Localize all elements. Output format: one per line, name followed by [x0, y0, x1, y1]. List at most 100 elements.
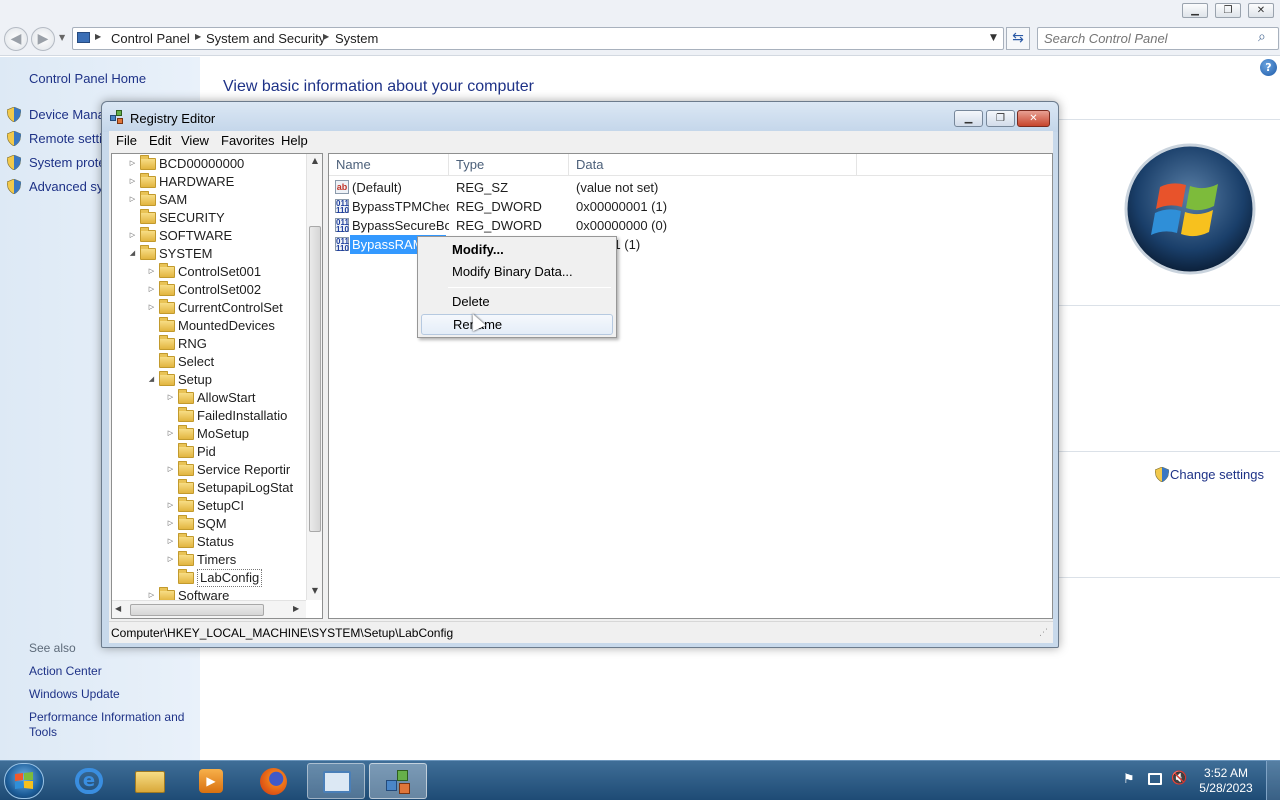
tree-expander-icon[interactable]: ▷ — [128, 191, 137, 209]
tree-expander-icon[interactable]: ▷ — [166, 461, 175, 479]
tree-expander-icon[interactable] — [147, 335, 156, 353]
menu-favorites[interactable]: Favorites — [221, 133, 274, 148]
menu-help[interactable]: Help — [281, 133, 308, 148]
performance-information-link[interactable]: Performance Information and — [29, 710, 184, 724]
regedit-minimize-button[interactable]: ▁ — [954, 110, 983, 127]
taskbar-registry-editor[interactable] — [369, 763, 427, 799]
context-modify-binary-data[interactable]: Modify Binary Data... — [421, 261, 613, 283]
tree-vertical-scroll-thumb[interactable] — [309, 226, 321, 532]
system-protection-link[interactable]: System prote — [29, 155, 106, 170]
tree-node[interactable]: ▷ Service Reportir — [112, 461, 306, 479]
search-input[interactable] — [1044, 31, 1254, 46]
tree-expander-icon[interactable] — [147, 353, 156, 371]
network-icon[interactable] — [1148, 773, 1162, 785]
regedit-maximize-button[interactable]: ❐ — [986, 110, 1015, 127]
cp-maximize-button[interactable]: ❐ — [1215, 3, 1241, 18]
tree-expander-icon[interactable]: ▷ — [166, 497, 175, 515]
tree-expander-icon[interactable] — [166, 407, 175, 425]
tree-horizontal-scroll-thumb[interactable] — [130, 604, 264, 616]
breadcrumb-control-panel[interactable]: Control Panel — [111, 31, 190, 46]
resize-grip-icon[interactable]: ⋰ — [1039, 628, 1048, 638]
tree-expander-icon[interactable] — [166, 443, 175, 461]
tree-node[interactable]: ▷ AllowStart — [112, 389, 306, 407]
scroll-up-icon[interactable]: ▲ — [307, 156, 322, 165]
device-manager-link[interactable]: Device Manag — [29, 107, 112, 122]
tree-node[interactable]: ▷ CurrentControlSet — [112, 299, 306, 317]
change-settings-link[interactable]: Change settings — [1170, 467, 1264, 482]
tree-expander-icon[interactable] — [128, 209, 137, 227]
start-button[interactable] — [4, 763, 44, 799]
cp-minimize-button[interactable]: ▁ — [1182, 3, 1208, 18]
show-desktop-button[interactable] — [1266, 761, 1280, 800]
taskbar-firefox[interactable] — [244, 763, 302, 799]
forward-button[interactable]: ▶ — [31, 27, 55, 51]
tree-node[interactable]: ▷ ControlSet002 — [112, 281, 306, 299]
advanced-system-settings-link[interactable]: Advanced sys — [29, 179, 110, 194]
back-button[interactable]: ◀ — [4, 27, 28, 51]
tree-node[interactable]: ▷ BCD00000000 — [112, 155, 306, 173]
context-rename[interactable]: Rename — [421, 314, 613, 335]
system-clock[interactable]: 3:52 AM 5/28/2023 — [1196, 766, 1256, 796]
tree-expander-icon[interactable]: ▷ — [166, 533, 175, 551]
taskbar-internet-explorer[interactable]: e — [60, 763, 118, 799]
control-panel-home-link[interactable]: Control Panel Home — [29, 71, 146, 86]
tree-expander-icon[interactable]: ▷ — [147, 281, 156, 299]
breadcrumb-system[interactable]: System — [335, 31, 378, 46]
windows-update-link[interactable]: Windows Update — [29, 687, 120, 701]
tree-expander-icon[interactable] — [147, 317, 156, 335]
tree-node[interactable]: ◢ Setup — [112, 371, 306, 389]
regedit-close-button[interactable]: ✕ — [1017, 110, 1050, 127]
taskbar-control-panel[interactable] — [307, 763, 365, 799]
taskbar-file-explorer[interactable] — [121, 763, 179, 799]
remote-settings-link[interactable]: Remote setti — [29, 131, 102, 146]
list-item[interactable]: 011 110 BypassTPMCheck REG_DWORD 0x00000… — [329, 197, 1052, 216]
menu-view[interactable]: View — [181, 133, 209, 148]
tree-expander-icon[interactable]: ▷ — [166, 551, 175, 569]
tree-node[interactable]: ▷ SAM — [112, 191, 306, 209]
tree-node[interactable]: ▷ HARDWARE — [112, 173, 306, 191]
tree-node[interactable]: ▷ SetupCI — [112, 497, 306, 515]
volume-muted-icon[interactable]: 🔇 — [1171, 771, 1187, 786]
context-modify[interactable]: Modify... — [421, 239, 613, 261]
tree-node[interactable]: Pid — [112, 443, 306, 461]
tree-node[interactable]: RNG — [112, 335, 306, 353]
tree-expander-icon[interactable]: ▷ — [128, 173, 137, 191]
tree-expander-icon[interactable]: ▷ — [166, 515, 175, 533]
tree-expander-icon[interactable]: ▷ — [128, 155, 137, 173]
tree-expander-icon[interactable] — [166, 569, 175, 587]
address-bar[interactable]: ▶ Control Panel ▶ System and Security ▶ … — [72, 27, 1004, 50]
tree-expander-icon[interactable]: ◢ — [128, 245, 137, 263]
tree-vertical-scrollbar[interactable]: ▲ ▼ — [306, 154, 322, 600]
column-header-data[interactable]: Data — [569, 154, 857, 176]
tree-expander-icon[interactable]: ▷ — [128, 227, 137, 245]
performance-information-link-tools[interactable]: Tools — [29, 725, 57, 739]
search-icon[interactable]: ⌕ — [1258, 29, 1266, 45]
help-icon[interactable]: ? — [1260, 59, 1277, 76]
scroll-left-icon[interactable]: ◀ — [115, 604, 121, 613]
tree-node[interactable]: ▷ Status — [112, 533, 306, 551]
search-box[interactable]: ⌕ — [1037, 27, 1279, 50]
action-center-flag-icon[interactable]: ⚑ — [1123, 772, 1135, 787]
tree-node[interactable]: ▷ ControlSet001 — [112, 263, 306, 281]
tree-node[interactable]: ▷ SOFTWARE — [112, 227, 306, 245]
breadcrumb-system-and-security[interactable]: System and Security — [206, 31, 325, 46]
recent-pages-icon[interactable]: ▼ — [59, 33, 65, 42]
tree-expander-icon[interactable]: ▷ — [147, 263, 156, 281]
menu-edit[interactable]: Edit — [149, 133, 171, 148]
tree-node[interactable]: Select — [112, 353, 306, 371]
tree-node[interactable]: LabConfig — [112, 569, 306, 587]
tree-node[interactable]: ◢ SYSTEM — [112, 245, 306, 263]
tree-node[interactable]: FailedInstallatio — [112, 407, 306, 425]
context-delete[interactable]: Delete — [421, 291, 613, 313]
registry-editor-titlebar[interactable]: Registry Editor ▁ ❐ ✕ — [102, 102, 1058, 132]
tree-expander-icon[interactable]: ▷ — [147, 299, 156, 317]
refresh-button[interactable]: ⇆ — [1006, 27, 1030, 50]
tree-expander-icon[interactable]: ▷ — [166, 425, 175, 443]
tree-node[interactable]: SetupapiLogStat — [112, 479, 306, 497]
scroll-right-icon[interactable]: ▶ — [293, 604, 299, 613]
action-center-link[interactable]: Action Center — [29, 664, 102, 678]
column-header-type[interactable]: Type — [449, 154, 569, 176]
tree-node[interactable]: SECURITY — [112, 209, 306, 227]
tree-horizontal-scrollbar[interactable]: ◀ ▶ — [112, 600, 306, 618]
taskbar-media-player[interactable]: ▶ — [182, 763, 240, 799]
